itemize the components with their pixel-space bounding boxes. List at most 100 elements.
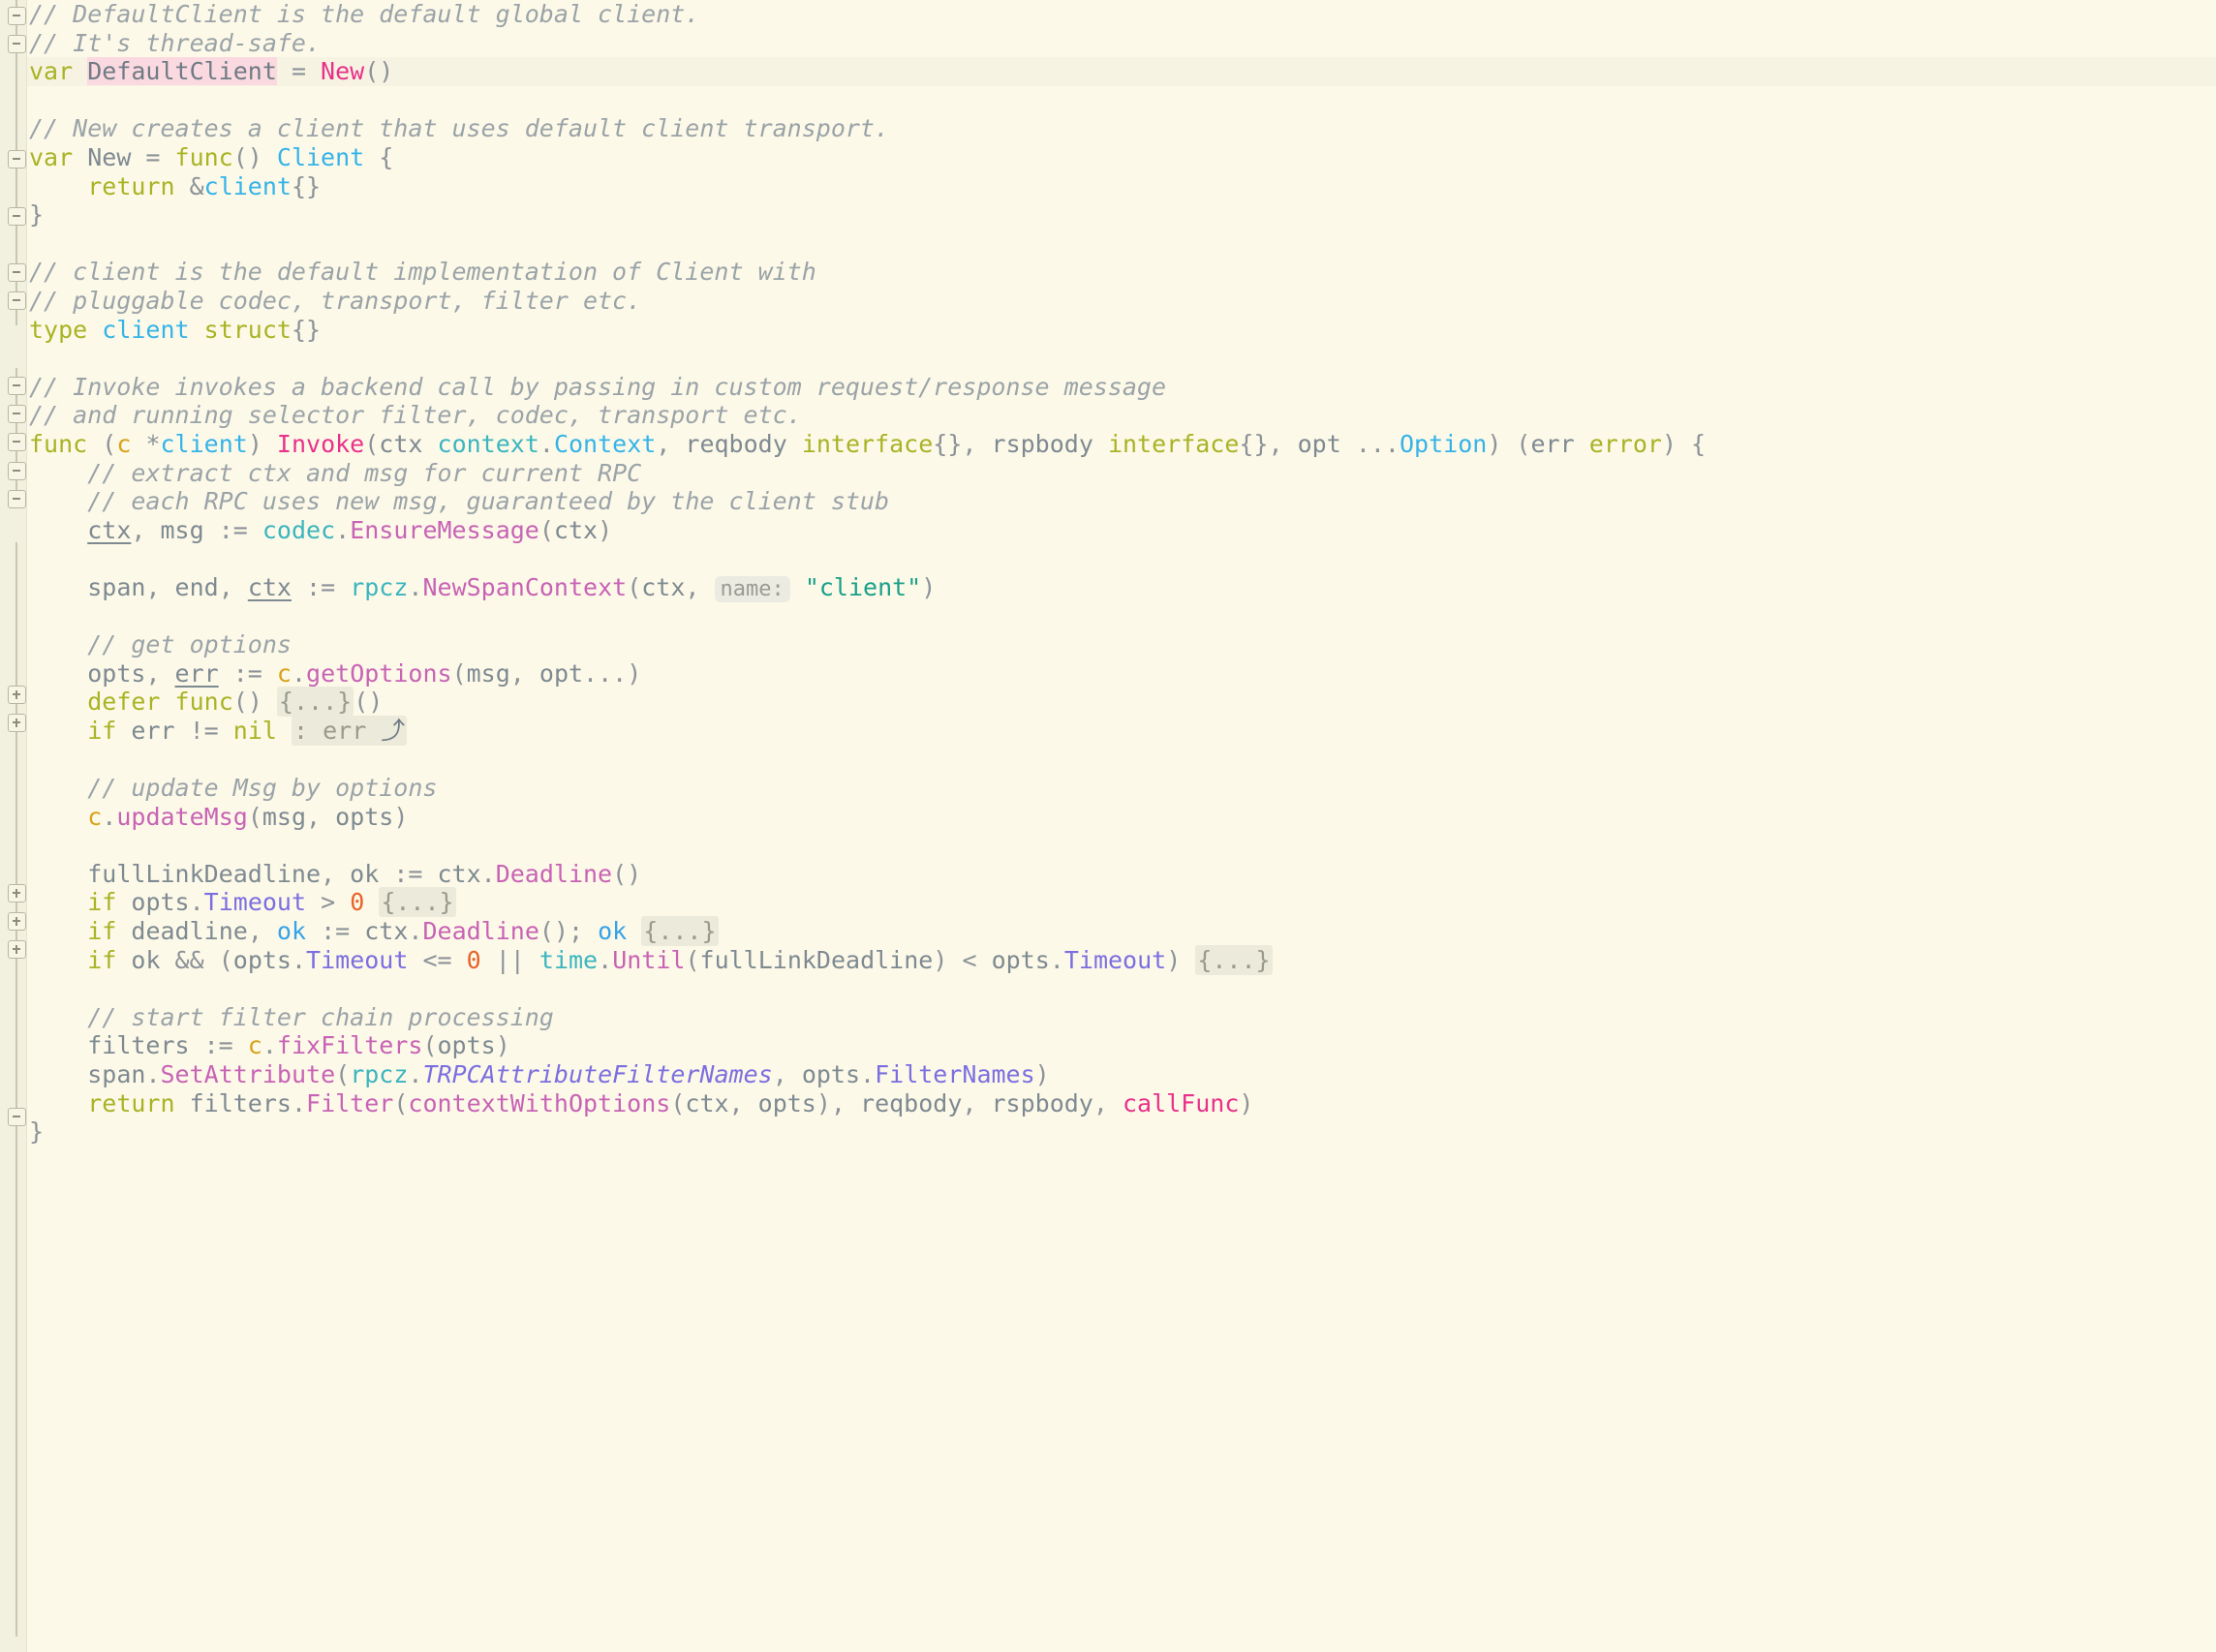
fold-toggle-collapse[interactable]: [8, 207, 26, 226]
call-Deadline[interactable]: Deadline: [496, 860, 612, 888]
symbol-err[interactable]: err: [175, 659, 219, 688]
call-getOptions[interactable]: getOptions: [306, 659, 452, 688]
code-line[interactable]: // pluggable codec, transport, filter et…: [27, 287, 2216, 316]
field-Timeout[interactable]: Timeout: [204, 888, 306, 916]
code-line[interactable]: // update Msg by options: [27, 774, 2216, 803]
symbol-opts[interactable]: opts: [802, 1060, 860, 1088]
code-line-blank[interactable]: [27, 229, 2216, 259]
symbol-fullLinkDeadline[interactable]: fullLinkDeadline: [87, 860, 321, 888]
fold-toggle-expand[interactable]: [8, 912, 26, 931]
package-time[interactable]: time: [539, 946, 598, 974]
code-line[interactable]: defer func() {...}(): [27, 688, 2216, 717]
folded-block-placeholder[interactable]: {...}: [1195, 945, 1272, 975]
code-line[interactable]: // each RPC uses new msg, guaranteed by …: [27, 487, 2216, 516]
code-line[interactable]: if opts.Timeout > 0 {...}: [27, 888, 2216, 917]
call-updateMsg[interactable]: updateMsg: [116, 803, 247, 831]
symbol-ok[interactable]: ok: [350, 860, 379, 888]
type-client[interactable]: client: [204, 172, 292, 200]
folded-return-placeholder[interactable]: : err ⤴: [292, 716, 407, 746]
code-line[interactable]: span, end, ctx := rpcz.NewSpanContext(ct…: [27, 573, 2216, 602]
fold-toggle-collapse[interactable]: [8, 490, 26, 508]
code-line[interactable]: }: [27, 1117, 2216, 1147]
code-line[interactable]: fullLinkDeadline, ok := ctx.Deadline(): [27, 860, 2216, 889]
code-line[interactable]: if err != nil : err ⤴: [27, 717, 2216, 746]
call-Deadline[interactable]: Deadline: [422, 917, 539, 945]
type-Client[interactable]: Client: [277, 143, 364, 171]
code-line[interactable]: return &client{}: [27, 172, 2216, 201]
symbol-span[interactable]: span: [87, 573, 145, 601]
code-line[interactable]: // extract ctx and msg for current RPC: [27, 459, 2216, 488]
symbol-msg[interactable]: msg: [160, 516, 203, 544]
code-line-blank[interactable]: [27, 831, 2216, 860]
code-line[interactable]: var New = func() Client {: [27, 143, 2216, 172]
call-EnsureMessage[interactable]: EnsureMessage: [350, 516, 539, 544]
field-FilterNames[interactable]: FilterNames: [875, 1060, 1035, 1088]
code-line[interactable]: filters := c.fixFilters(opts): [27, 1031, 2216, 1060]
symbol-callFunc[interactable]: callFunc: [1123, 1089, 1239, 1117]
receiver-c[interactable]: c: [277, 659, 292, 688]
folded-block-placeholder[interactable]: {...}: [379, 887, 455, 917]
symbol-opts[interactable]: opts: [87, 659, 145, 688]
code-line[interactable]: opts, err := c.getOptions(msg, opt...): [27, 659, 2216, 688]
code-line[interactable]: // Invoke invokes a backend call by pass…: [27, 373, 2216, 402]
code-line[interactable]: // and running selector filter, codec, t…: [27, 401, 2216, 430]
fold-toggle-collapse[interactable]: [8, 405, 26, 423]
package-context[interactable]: context: [438, 430, 539, 458]
receiver-c[interactable]: c: [116, 430, 131, 458]
symbol-ok[interactable]: ok: [131, 946, 160, 974]
symbol-New[interactable]: New: [87, 143, 131, 171]
fold-toggle-collapse[interactable]: [8, 462, 26, 480]
fold-toggle-collapse[interactable]: [8, 377, 26, 395]
code-line[interactable]: }: [27, 200, 2216, 229]
call-Until[interactable]: Until: [612, 946, 685, 974]
fold-toggle-expand[interactable]: [8, 714, 26, 732]
symbol-err[interactable]: err: [131, 717, 174, 745]
receiver-c[interactable]: c: [87, 803, 102, 831]
symbol-end[interactable]: end: [175, 573, 219, 601]
fold-toggle-expand[interactable]: [8, 884, 26, 902]
type-client[interactable]: client: [161, 430, 248, 458]
code-line-func-signature[interactable]: func (c *client) Invoke(ctx context.Cont…: [27, 430, 2216, 459]
call-SetAttribute[interactable]: SetAttribute: [161, 1060, 336, 1088]
code-line-blank[interactable]: [27, 544, 2216, 573]
package-codec[interactable]: codec: [262, 516, 335, 544]
call-NewSpanContext[interactable]: NewSpanContext: [422, 573, 627, 601]
fold-toggle-collapse[interactable]: [8, 1108, 26, 1126]
code-line-blank[interactable]: [27, 974, 2216, 1003]
func-name-Invoke[interactable]: Invoke: [277, 430, 364, 458]
constant-TRPCAttributeFilterNames[interactable]: TRPCAttributeFilterNames: [422, 1060, 772, 1088]
call-fixFilters[interactable]: fixFilters: [277, 1031, 423, 1059]
call-contextWithOptions[interactable]: contextWithOptions: [408, 1089, 670, 1117]
code-editor[interactable]: // DefaultClient is the default global c…: [0, 0, 2216, 1652]
symbol-deadline[interactable]: deadline: [131, 917, 247, 945]
fold-toggle-collapse[interactable]: [8, 291, 26, 310]
receiver-c[interactable]: c: [248, 1031, 262, 1059]
code-line[interactable]: type client struct{}: [27, 316, 2216, 345]
code-line[interactable]: c.updateMsg(msg, opts): [27, 803, 2216, 832]
symbol-ctx[interactable]: ctx: [87, 516, 131, 544]
fold-toggle-collapse[interactable]: [8, 7, 26, 25]
symbol-opts[interactable]: opts: [992, 946, 1050, 974]
symbol-opts[interactable]: opts: [233, 946, 292, 974]
code-line[interactable]: if ok && (opts.Timeout <= 0 || time.Unti…: [27, 946, 2216, 975]
folded-block-placeholder[interactable]: {...}: [641, 916, 718, 946]
type-Option[interactable]: Option: [1400, 430, 1487, 458]
type-client[interactable]: client: [102, 316, 189, 344]
code-line[interactable]: // DefaultClient is the default global c…: [27, 0, 2216, 29]
symbol-ok[interactable]: ok: [598, 917, 627, 945]
code-line-blank[interactable]: [27, 601, 2216, 630]
symbol-opts[interactable]: opts: [131, 888, 189, 916]
call-New[interactable]: New: [321, 57, 364, 85]
symbol-DefaultClient[interactable]: DefaultClient: [87, 57, 277, 85]
field-Timeout[interactable]: Timeout: [1064, 946, 1166, 974]
code-line[interactable]: // client is the default implementation …: [27, 258, 2216, 287]
fold-toggle-collapse[interactable]: [8, 35, 26, 53]
package-rpcz[interactable]: rpcz: [350, 1060, 408, 1088]
folded-block-placeholder[interactable]: {...}: [277, 687, 354, 717]
code-line[interactable]: span.SetAttribute(rpcz.TRPCAttributeFilt…: [27, 1060, 2216, 1089]
fold-toggle-collapse[interactable]: [8, 263, 26, 282]
code-line[interactable]: if deadline, ok := ctx.Deadline(); ok {.…: [27, 917, 2216, 946]
editor-text-area[interactable]: // DefaultClient is the default global c…: [27, 0, 2216, 1652]
fold-toggle-collapse[interactable]: [8, 433, 26, 451]
code-line[interactable]: // It's thread-safe.: [27, 29, 2216, 58]
